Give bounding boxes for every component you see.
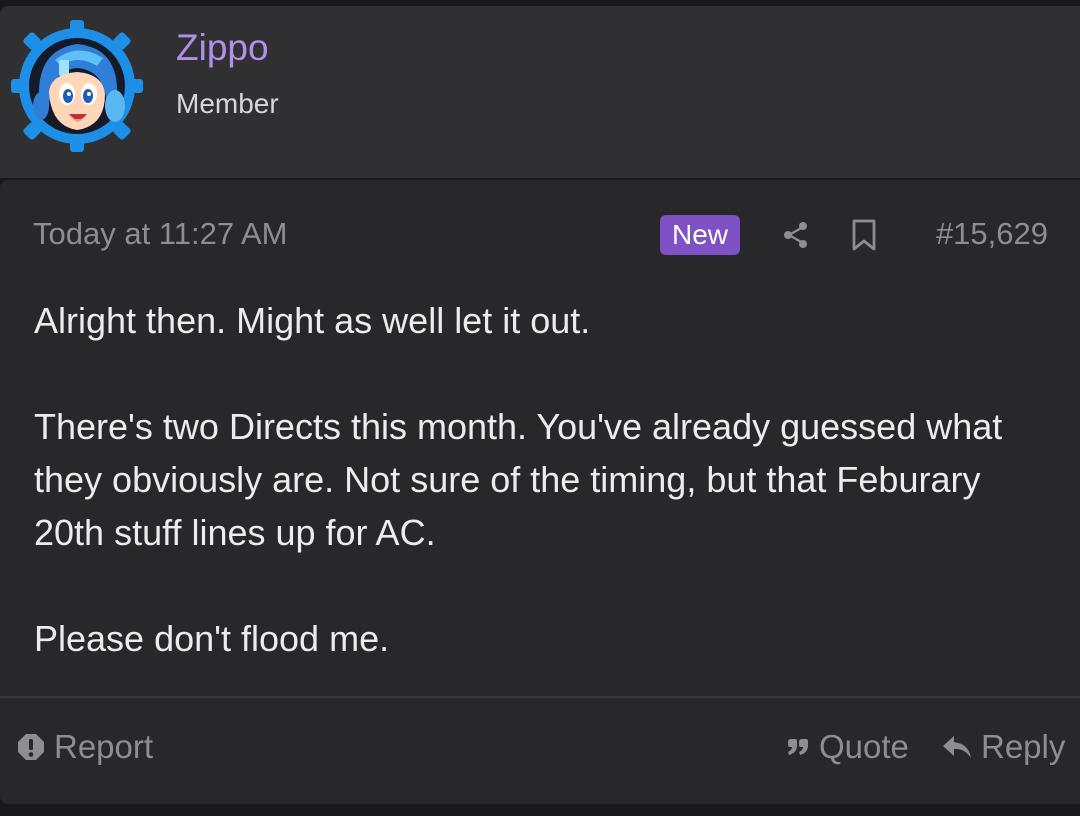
quote-icon (788, 739, 808, 755)
post-card: Today at 11:27 AM New #15,629 Alright th… (0, 180, 1080, 804)
quote-button[interactable]: Quote (786, 725, 909, 769)
post-actions: Report Quote Reply (0, 698, 1080, 798)
post-timestamp[interactable]: Today at 11:27 AM (33, 214, 287, 254)
bookmark-icon[interactable] (849, 218, 879, 252)
share-icon[interactable] (781, 220, 811, 250)
post-paragraph: There's two Directs this month. You've a… (34, 406, 1003, 553)
megaman-avatar-icon[interactable] (11, 20, 143, 152)
user-title: Member (176, 88, 279, 119)
report-label: Report (54, 728, 154, 765)
report-button[interactable]: Report (17, 725, 153, 769)
reply-label: Reply (981, 728, 1066, 765)
post-paragraph: Alright then. Might as well let it out. (34, 300, 591, 341)
new-badge: New (660, 215, 740, 255)
quote-label: Quote (819, 728, 909, 765)
post-paragraph: Please don't flood me. (34, 618, 390, 659)
forum-post-page: Zippo Member Today at 11:27 AM New #15,6… (0, 0, 1080, 816)
username[interactable]: Zippo (176, 26, 269, 70)
post-user-header: Zippo Member (0, 6, 1080, 178)
reply-icon (943, 736, 971, 758)
report-icon (18, 734, 44, 760)
post-body: Alright then. Might as well let it out. … (34, 294, 1034, 665)
reply-button[interactable]: Reply (942, 725, 1065, 769)
post-number-link[interactable]: #15,629 (936, 214, 1048, 254)
